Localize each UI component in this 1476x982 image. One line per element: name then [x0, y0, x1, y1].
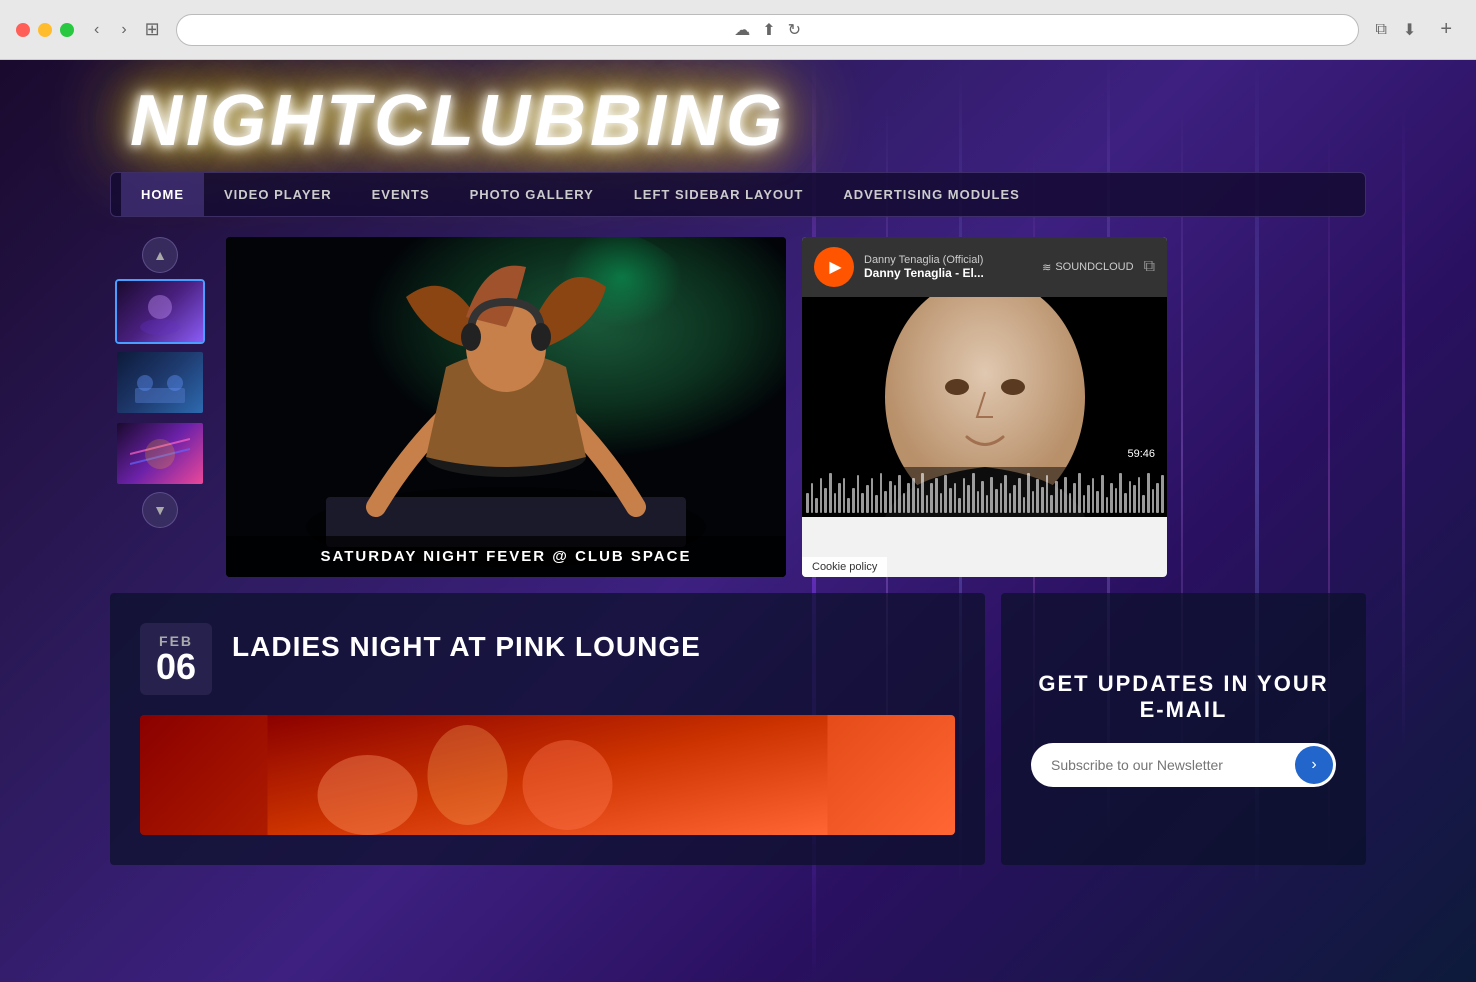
share-icon: ⬆ [762, 20, 775, 40]
soundcloud-header: ▶ Danny Tenaglia (Official) Danny Tenagl… [802, 237, 1167, 297]
newsletter-title: GET UPDATES IN YOUR E-MAIL [1031, 671, 1336, 723]
soundcloud-track: Danny Tenaglia - El... [864, 266, 1032, 280]
nav-item-advertising[interactable]: ADVERTISING MODULES [823, 173, 1039, 216]
gallery-down-button[interactable]: ▼ [142, 492, 178, 528]
featured-image-bg [226, 237, 786, 577]
maximize-button[interactable] [60, 23, 74, 37]
site-header: NIGHTCLUBBING [0, 60, 1476, 172]
nav-item-home[interactable]: HOME [121, 173, 204, 216]
gallery-up-button[interactable]: ▲ [142, 237, 178, 273]
event-panel: FEB 06 LADIES NIGHT AT PINK LOUNGE [110, 593, 985, 865]
newsletter-panel: GET UPDATES IN YOUR E-MAIL › [1001, 593, 1366, 865]
browser-navigation: ‹ › ⊞ [86, 15, 164, 44]
event-image [140, 715, 955, 835]
newsletter-form[interactable]: › [1031, 743, 1336, 787]
bottom-section: FEB 06 LADIES NIGHT AT PINK LOUNGE [110, 593, 1366, 865]
reload-icon: ↻ [788, 20, 801, 40]
soundcloud-logo: ≋ SOUNDCLOUD [1042, 261, 1133, 274]
soundcloud-track-info: Danny Tenaglia (Official) Danny Tenaglia… [864, 254, 1032, 280]
main-navigation: HOME VIDEO PLAYER EVENTS PHOTO GALLERY L… [110, 172, 1366, 217]
site-logo: NIGHTCLUBBING [130, 80, 1346, 162]
cloud-icon: ☁ [734, 20, 750, 40]
sidebar-toggle-button[interactable]: ⊞ [141, 15, 164, 44]
nav-item-left-sidebar[interactable]: LEFT SIDEBAR LAYOUT [614, 173, 823, 216]
down-arrow-icon: ▼ [153, 502, 167, 518]
soundcloud-logo-icon: ≋ [1042, 261, 1051, 274]
event-day: 06 [156, 649, 196, 685]
newsletter-email-input[interactable] [1031, 743, 1292, 787]
gallery-thumbnails: ▲ [110, 237, 210, 577]
main-featured-image: SATURDAY NIGHT FEVER @ CLUB SPACE [226, 237, 786, 577]
back-button[interactable]: ‹ [86, 15, 107, 44]
soundcloud-artist-image: 59:46 [802, 297, 1167, 517]
thumbnail-image-1 [117, 281, 203, 342]
website-content: NIGHTCLUBBING HOME VIDEO PLAYER EVENTS P… [0, 60, 1476, 982]
soundcloud-logo-text: SOUNDCLOUD [1055, 261, 1133, 273]
browser-chrome: ‹ › ⊞ ☁ ⬆ ↻ ⧉ ⬇ + [0, 0, 1476, 60]
window-controls [16, 23, 74, 37]
cookie-policy-link[interactable]: Cookie policy [802, 557, 887, 577]
image-caption: SATURDAY NIGHT FEVER @ CLUB SPACE [226, 536, 786, 577]
soundcloud-waveform [802, 467, 1167, 517]
arrow-icon: › [1311, 756, 1316, 774]
nav-item-video-player[interactable]: VIDEO PLAYER [204, 173, 352, 216]
soundcloud-external-link[interactable]: ⧉ [1144, 258, 1155, 276]
address-bar[interactable]: ☁ ⬆ ↻ [176, 14, 1360, 46]
soundcloud-widget[interactable]: ▶ Danny Tenaglia (Official) Danny Tenagl… [802, 237, 1167, 577]
soundcloud-time: 59:46 [1123, 446, 1159, 462]
duplicate-tab-button[interactable]: ⧉ [1371, 17, 1390, 43]
main-content-area: ▲ [110, 237, 1366, 577]
minimize-button[interactable] [38, 23, 52, 37]
soundcloud-artist: Danny Tenaglia (Official) [864, 254, 1032, 266]
gallery-thumb-2[interactable] [115, 350, 205, 415]
gallery-thumb-1[interactable] [115, 279, 205, 344]
nav-item-photo-gallery[interactable]: PHOTO GALLERY [450, 173, 614, 216]
up-arrow-icon: ▲ [153, 247, 167, 263]
download-button[interactable]: ⬇ [1399, 16, 1420, 44]
play-icon: ▶ [829, 257, 841, 277]
thumbnail-image-3 [117, 423, 203, 484]
nav-item-events[interactable]: EVENTS [352, 173, 450, 216]
newsletter-submit-button[interactable]: › [1295, 746, 1333, 784]
event-date-badge: FEB 06 [140, 623, 212, 695]
thumbnail-image-2 [117, 352, 203, 413]
event-header: FEB 06 LADIES NIGHT AT PINK LOUNGE [140, 623, 955, 695]
soundcloud-play-button[interactable]: ▶ [814, 247, 854, 287]
add-tab-button[interactable]: + [1432, 14, 1460, 45]
gallery-thumb-3[interactable] [115, 421, 205, 486]
forward-button[interactable]: › [113, 15, 134, 44]
event-title: LADIES NIGHT AT PINK LOUNGE [232, 623, 701, 663]
browser-action-buttons: ⧉ ⬇ [1371, 16, 1420, 44]
close-button[interactable] [16, 23, 30, 37]
